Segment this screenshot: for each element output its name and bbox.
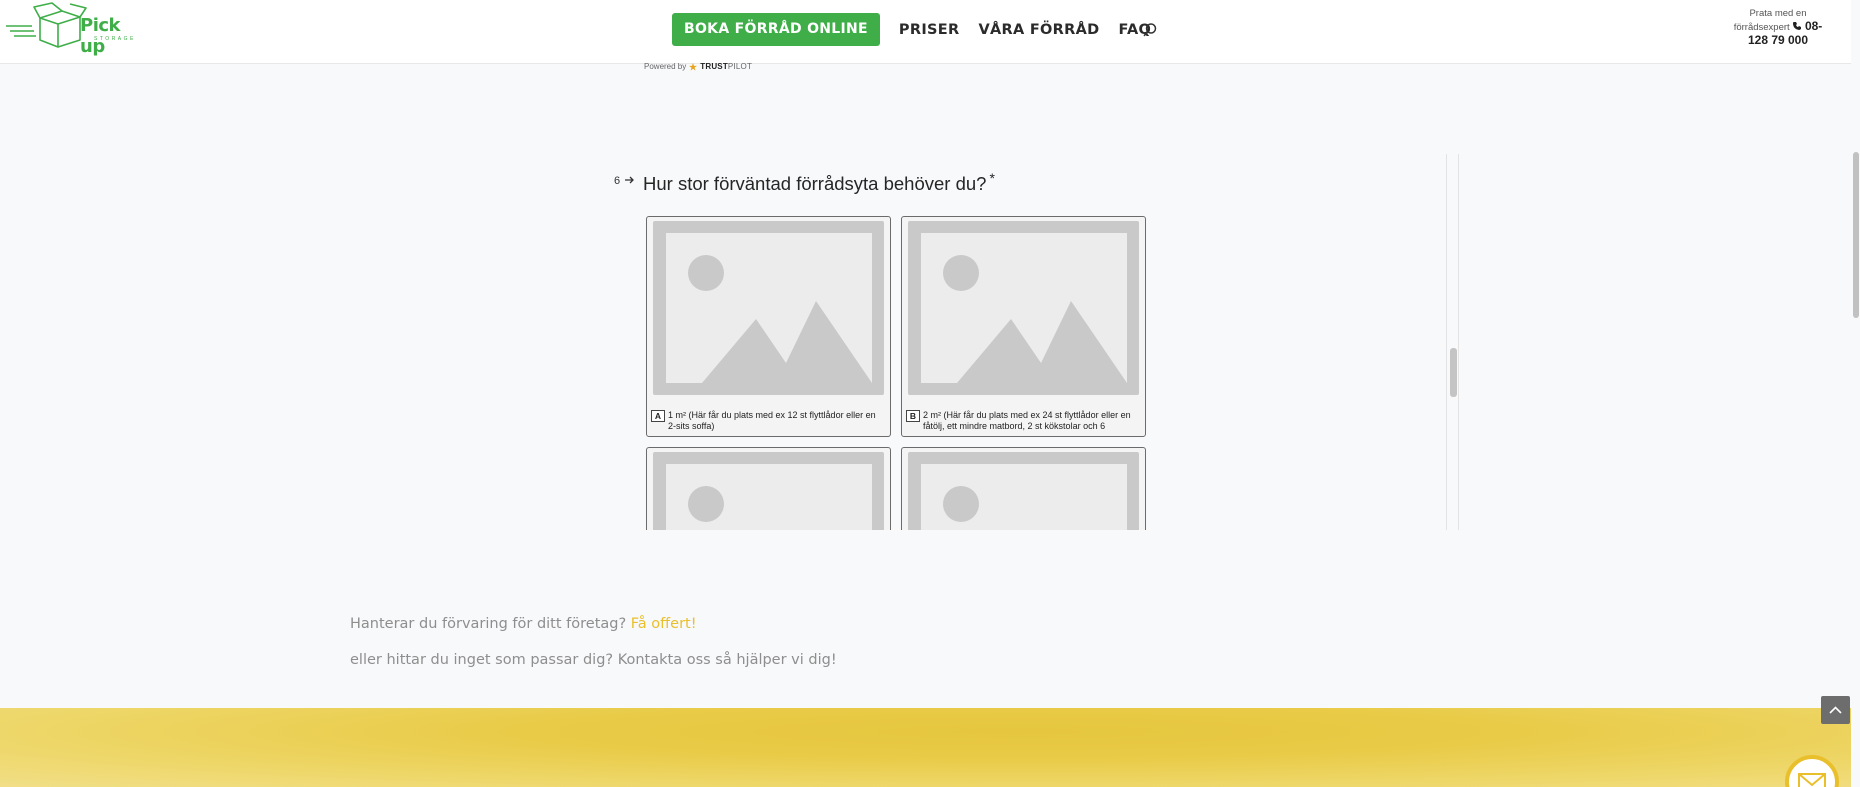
choice-a-image [653, 221, 884, 395]
trustpilot-brand-thin: PILOT [727, 62, 753, 71]
choice-b[interactable]: B 2 m² (Här får du plats med ex 24 st fl… [901, 216, 1146, 437]
phone-number-part2[interactable]: 128 79 000 [1730, 34, 1826, 47]
contact-info: Prata med en förrådsexpert 08- 128 79 00… [1730, 8, 1826, 47]
choice-d[interactable] [901, 447, 1146, 530]
site-header: Pick up STORAGE BOKA FÖRRÅD ONLINE PRISE… [0, 0, 1851, 64]
nav-link-our-storages[interactable]: VÅRA FÖRRÅD [978, 22, 1099, 38]
choice-b-label: 2 m² (Här får du plats med ex 24 st flyt… [923, 410, 1131, 431]
image-placeholder-icon [666, 233, 872, 383]
powered-by-text: Powered by [644, 62, 687, 71]
choice-a-key: A [651, 410, 665, 422]
scroll-to-top-button[interactable] [1821, 696, 1850, 724]
trustpilot-star-icon [689, 62, 698, 71]
form-choices-frame: A 1 m² (Här får du plats med ex 12 st fl… [600, 150, 1460, 530]
contact-line-2-row: förrådsexpert 08- [1730, 20, 1826, 34]
search-icon[interactable] [1142, 22, 1158, 38]
phone-icon [1793, 22, 1802, 30]
chevron-up-icon [1829, 706, 1842, 714]
mail-icon [1798, 773, 1826, 787]
contact-line-2: förrådsexpert [1733, 22, 1790, 33]
site-logo[interactable]: Pick up STORAGE [4, 2, 140, 57]
footer-yellow-band [0, 708, 1851, 787]
choice-c-image [653, 452, 884, 530]
choice-a-label: 1 m² (Här får du plats med ex 12 st flyt… [668, 410, 876, 431]
get-offer-link[interactable]: Få offert! [631, 616, 697, 632]
main-nav: BOKA FÖRRÅD ONLINE PRISER VÅRA FÖRRÅD FA… [672, 13, 1151, 46]
trustpilot-powered-by[interactable]: Powered by TRUSTPILOT [644, 62, 752, 71]
choice-b-key: B [906, 410, 920, 422]
not-found-text: eller hittar du inget som passar dig? Ko… [350, 652, 837, 668]
image-placeholder-icon [921, 464, 1127, 530]
business-storage-text: Hanterar du förvaring för ditt företag? … [350, 616, 697, 632]
book-storage-button[interactable]: BOKA FÖRRÅD ONLINE [672, 13, 880, 46]
image-placeholder-icon [921, 233, 1127, 383]
business-question: Hanterar du förvaring för ditt företag? [350, 616, 627, 632]
contact-mail-button[interactable] [1785, 755, 1839, 787]
choice-d-image [908, 452, 1139, 530]
image-placeholder-icon [666, 464, 872, 530]
trustpilot-brand: TRUSTPILOT [700, 62, 752, 71]
page-scrollbar-thumb[interactable] [1853, 152, 1859, 318]
choice-a[interactable]: A 1 m² (Här får du plats med ex 12 st fl… [646, 216, 891, 437]
phone-number-part1[interactable]: 08- [1805, 19, 1822, 33]
trustpilot-brand-bold: TRUST [700, 62, 728, 71]
choice-c[interactable] [646, 447, 891, 530]
choice-b-image [908, 221, 1139, 395]
logo-subtext: STORAGE [94, 36, 136, 42]
nav-link-prices[interactable]: PRISER [899, 22, 960, 38]
